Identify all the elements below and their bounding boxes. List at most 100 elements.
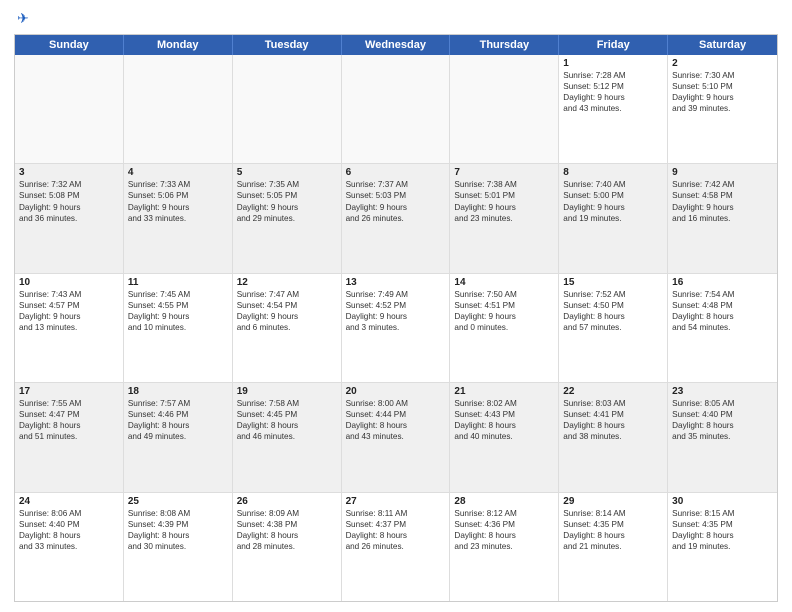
- cell-daylight-info: Sunrise: 8:08 AM Sunset: 4:39 PM Dayligh…: [128, 508, 228, 552]
- logo-icon: ✈: [14, 10, 32, 28]
- cell-daylight-info: Sunrise: 8:06 AM Sunset: 4:40 PM Dayligh…: [19, 508, 119, 552]
- cal-cell: 10Sunrise: 7:43 AM Sunset: 4:57 PM Dayli…: [15, 274, 124, 382]
- cell-daylight-info: Sunrise: 7:50 AM Sunset: 4:51 PM Dayligh…: [454, 289, 554, 333]
- cell-daylight-info: Sunrise: 7:28 AM Sunset: 5:12 PM Dayligh…: [563, 70, 663, 114]
- cell-daylight-info: Sunrise: 7:58 AM Sunset: 4:45 PM Dayligh…: [237, 398, 337, 442]
- cal-cell: [15, 55, 124, 163]
- cell-daylight-info: Sunrise: 7:37 AM Sunset: 5:03 PM Dayligh…: [346, 179, 446, 223]
- day-number: 20: [346, 386, 446, 397]
- cal-cell: 25Sunrise: 8:08 AM Sunset: 4:39 PM Dayli…: [124, 493, 233, 601]
- day-number: 15: [563, 277, 663, 288]
- day-number: 27: [346, 496, 446, 507]
- cal-cell: 6Sunrise: 7:37 AM Sunset: 5:03 PM Daylig…: [342, 164, 451, 272]
- cal-cell: 30Sunrise: 8:15 AM Sunset: 4:35 PM Dayli…: [668, 493, 777, 601]
- cal-cell: [233, 55, 342, 163]
- cell-daylight-info: Sunrise: 7:49 AM Sunset: 4:52 PM Dayligh…: [346, 289, 446, 333]
- day-number: 7: [454, 167, 554, 178]
- cal-cell: 13Sunrise: 7:49 AM Sunset: 4:52 PM Dayli…: [342, 274, 451, 382]
- cal-header-cell: Tuesday: [233, 35, 342, 55]
- logo: ✈: [14, 10, 34, 28]
- cell-daylight-info: Sunrise: 7:45 AM Sunset: 4:55 PM Dayligh…: [128, 289, 228, 333]
- day-number: 3: [19, 167, 119, 178]
- day-number: 22: [563, 386, 663, 397]
- cal-week-row: 17Sunrise: 7:55 AM Sunset: 4:47 PM Dayli…: [15, 383, 777, 492]
- cell-daylight-info: Sunrise: 8:05 AM Sunset: 4:40 PM Dayligh…: [672, 398, 773, 442]
- cal-cell: 16Sunrise: 7:54 AM Sunset: 4:48 PM Dayli…: [668, 274, 777, 382]
- cal-cell: 18Sunrise: 7:57 AM Sunset: 4:46 PM Dayli…: [124, 383, 233, 491]
- cal-cell: 11Sunrise: 7:45 AM Sunset: 4:55 PM Dayli…: [124, 274, 233, 382]
- cell-daylight-info: Sunrise: 8:14 AM Sunset: 4:35 PM Dayligh…: [563, 508, 663, 552]
- cal-header-cell: Sunday: [15, 35, 124, 55]
- cell-daylight-info: Sunrise: 7:40 AM Sunset: 5:00 PM Dayligh…: [563, 179, 663, 223]
- cal-cell: 17Sunrise: 7:55 AM Sunset: 4:47 PM Dayli…: [15, 383, 124, 491]
- day-number: 5: [237, 167, 337, 178]
- cal-header-cell: Thursday: [450, 35, 559, 55]
- cal-cell: 26Sunrise: 8:09 AM Sunset: 4:38 PM Dayli…: [233, 493, 342, 601]
- cal-week-row: 10Sunrise: 7:43 AM Sunset: 4:57 PM Dayli…: [15, 274, 777, 383]
- cal-cell: 28Sunrise: 8:12 AM Sunset: 4:36 PM Dayli…: [450, 493, 559, 601]
- cell-daylight-info: Sunrise: 7:33 AM Sunset: 5:06 PM Dayligh…: [128, 179, 228, 223]
- day-number: 29: [563, 496, 663, 507]
- cell-daylight-info: Sunrise: 8:03 AM Sunset: 4:41 PM Dayligh…: [563, 398, 663, 442]
- cal-cell: 12Sunrise: 7:47 AM Sunset: 4:54 PM Dayli…: [233, 274, 342, 382]
- day-number: 10: [19, 277, 119, 288]
- cal-cell: 9Sunrise: 7:42 AM Sunset: 4:58 PM Daylig…: [668, 164, 777, 272]
- cal-cell: 19Sunrise: 7:58 AM Sunset: 4:45 PM Dayli…: [233, 383, 342, 491]
- day-number: 25: [128, 496, 228, 507]
- cell-daylight-info: Sunrise: 7:54 AM Sunset: 4:48 PM Dayligh…: [672, 289, 773, 333]
- calendar-header: SundayMondayTuesdayWednesdayThursdayFrid…: [15, 35, 777, 55]
- cal-cell: 20Sunrise: 8:00 AM Sunset: 4:44 PM Dayli…: [342, 383, 451, 491]
- cell-daylight-info: Sunrise: 8:02 AM Sunset: 4:43 PM Dayligh…: [454, 398, 554, 442]
- day-number: 17: [19, 386, 119, 397]
- cell-daylight-info: Sunrise: 7:47 AM Sunset: 4:54 PM Dayligh…: [237, 289, 337, 333]
- cal-cell: [450, 55, 559, 163]
- day-number: 28: [454, 496, 554, 507]
- day-number: 30: [672, 496, 773, 507]
- cal-cell: 21Sunrise: 8:02 AM Sunset: 4:43 PM Dayli…: [450, 383, 559, 491]
- cell-daylight-info: Sunrise: 8:00 AM Sunset: 4:44 PM Dayligh…: [346, 398, 446, 442]
- cal-cell: [124, 55, 233, 163]
- cal-cell: 3Sunrise: 7:32 AM Sunset: 5:08 PM Daylig…: [15, 164, 124, 272]
- day-number: 23: [672, 386, 773, 397]
- cal-cell: 27Sunrise: 8:11 AM Sunset: 4:37 PM Dayli…: [342, 493, 451, 601]
- calendar-body: 1Sunrise: 7:28 AM Sunset: 5:12 PM Daylig…: [15, 55, 777, 601]
- day-number: 1: [563, 58, 663, 69]
- cal-header-cell: Wednesday: [342, 35, 451, 55]
- cal-cell: 7Sunrise: 7:38 AM Sunset: 5:01 PM Daylig…: [450, 164, 559, 272]
- cell-daylight-info: Sunrise: 8:11 AM Sunset: 4:37 PM Dayligh…: [346, 508, 446, 552]
- cal-cell: 8Sunrise: 7:40 AM Sunset: 5:00 PM Daylig…: [559, 164, 668, 272]
- cell-daylight-info: Sunrise: 7:52 AM Sunset: 4:50 PM Dayligh…: [563, 289, 663, 333]
- cell-daylight-info: Sunrise: 8:12 AM Sunset: 4:36 PM Dayligh…: [454, 508, 554, 552]
- day-number: 19: [237, 386, 337, 397]
- cal-cell: [342, 55, 451, 163]
- cal-cell: 15Sunrise: 7:52 AM Sunset: 4:50 PM Dayli…: [559, 274, 668, 382]
- cal-cell: 24Sunrise: 8:06 AM Sunset: 4:40 PM Dayli…: [15, 493, 124, 601]
- day-number: 21: [454, 386, 554, 397]
- day-number: 24: [19, 496, 119, 507]
- cal-cell: 2Sunrise: 7:30 AM Sunset: 5:10 PM Daylig…: [668, 55, 777, 163]
- day-number: 2: [672, 58, 773, 69]
- cal-header-cell: Saturday: [668, 35, 777, 55]
- cal-week-row: 1Sunrise: 7:28 AM Sunset: 5:12 PM Daylig…: [15, 55, 777, 164]
- cal-week-row: 24Sunrise: 8:06 AM Sunset: 4:40 PM Dayli…: [15, 493, 777, 601]
- cal-cell: 23Sunrise: 8:05 AM Sunset: 4:40 PM Dayli…: [668, 383, 777, 491]
- cal-cell: 1Sunrise: 7:28 AM Sunset: 5:12 PM Daylig…: [559, 55, 668, 163]
- cell-daylight-info: Sunrise: 8:15 AM Sunset: 4:35 PM Dayligh…: [672, 508, 773, 552]
- cal-header-cell: Monday: [124, 35, 233, 55]
- day-number: 26: [237, 496, 337, 507]
- day-number: 12: [237, 277, 337, 288]
- cal-week-row: 3Sunrise: 7:32 AM Sunset: 5:08 PM Daylig…: [15, 164, 777, 273]
- cal-cell: 4Sunrise: 7:33 AM Sunset: 5:06 PM Daylig…: [124, 164, 233, 272]
- day-number: 18: [128, 386, 228, 397]
- cal-cell: 5Sunrise: 7:35 AM Sunset: 5:05 PM Daylig…: [233, 164, 342, 272]
- cell-daylight-info: Sunrise: 7:30 AM Sunset: 5:10 PM Dayligh…: [672, 70, 773, 114]
- calendar: SundayMondayTuesdayWednesdayThursdayFrid…: [14, 34, 778, 602]
- cell-daylight-info: Sunrise: 7:57 AM Sunset: 4:46 PM Dayligh…: [128, 398, 228, 442]
- day-number: 16: [672, 277, 773, 288]
- cal-cell: 22Sunrise: 8:03 AM Sunset: 4:41 PM Dayli…: [559, 383, 668, 491]
- cell-daylight-info: Sunrise: 7:43 AM Sunset: 4:57 PM Dayligh…: [19, 289, 119, 333]
- cell-daylight-info: Sunrise: 7:32 AM Sunset: 5:08 PM Dayligh…: [19, 179, 119, 223]
- day-number: 14: [454, 277, 554, 288]
- day-number: 4: [128, 167, 228, 178]
- cell-daylight-info: Sunrise: 7:55 AM Sunset: 4:47 PM Dayligh…: [19, 398, 119, 442]
